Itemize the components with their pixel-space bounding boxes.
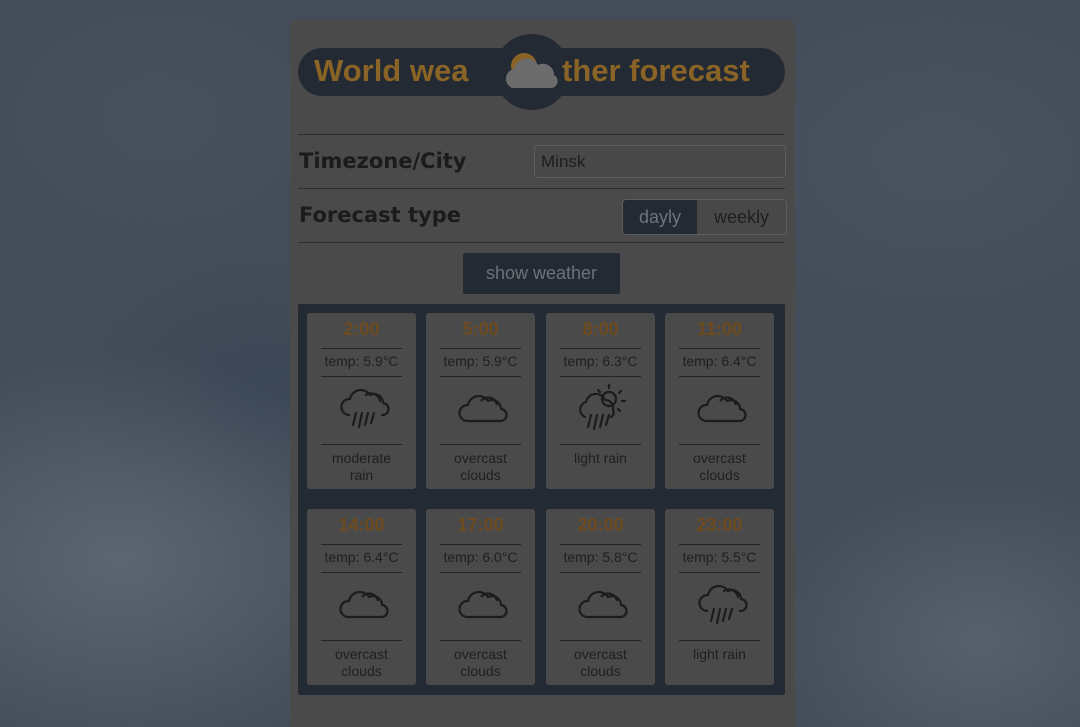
card-divider xyxy=(440,348,521,349)
forecast-temp: temp: 5.8°C xyxy=(563,549,638,565)
cloud-icon xyxy=(573,579,629,631)
forecast-card: 23:00 temp: 5.5°C light rain xyxy=(665,509,774,685)
forecast-option-dayly[interactable]: dayly xyxy=(623,200,697,234)
forecast-grid: 2:00 temp: 5.9°C moderate rain 5:00 temp: 5.… xyxy=(298,304,785,695)
forecast-description: overcast clouds xyxy=(335,646,388,679)
forecast-time: 11:00 xyxy=(696,319,743,339)
forecast-description: overcast clouds xyxy=(574,646,627,679)
card-divider xyxy=(440,640,521,641)
divider xyxy=(298,188,785,189)
forecast-time: 20:00 xyxy=(577,515,624,535)
card-divider xyxy=(321,444,402,445)
card-divider xyxy=(321,544,402,545)
rain-cloud-icon xyxy=(692,579,748,631)
forecast-time: 2:00 xyxy=(343,319,380,339)
divider xyxy=(298,134,785,135)
card-divider xyxy=(440,572,521,573)
forecast-card: 2:00 temp: 5.9°C moderate rain xyxy=(307,313,416,489)
cloud-icon xyxy=(334,579,390,631)
forecast-time: 23:00 xyxy=(696,515,743,535)
card-divider xyxy=(560,640,641,641)
logo-text-right: ther forecast xyxy=(562,53,750,88)
forecast-option-weekly[interactable]: weekly xyxy=(697,200,786,234)
sun-cloud-icon xyxy=(494,34,570,110)
forecast-card: 20:00 temp: 5.8°C overcast clouds xyxy=(546,509,655,685)
card-divider xyxy=(321,376,402,377)
card-divider xyxy=(440,544,521,545)
forecast-description: light rain xyxy=(574,450,627,466)
card-divider xyxy=(679,572,760,573)
forecast-temp: temp: 6.3°C xyxy=(563,353,638,369)
weather-panel: World wea ther forecast Timezone/City Fo… xyxy=(290,20,795,727)
forecast-description: light rain xyxy=(693,646,746,662)
card-divider xyxy=(440,376,521,377)
card-divider xyxy=(560,544,641,545)
show-weather-button[interactable]: show weather xyxy=(463,253,620,294)
city-label: Timezone/City xyxy=(299,149,467,173)
forecast-card: 11:00 temp: 6.4°C overcast clouds xyxy=(665,313,774,489)
forecast-time: 5:00 xyxy=(462,319,499,339)
card-divider xyxy=(560,444,641,445)
card-divider xyxy=(679,544,760,545)
forecast-card: 8:00 temp: 6.3°C light rain xyxy=(546,313,655,489)
cloud-icon xyxy=(453,579,509,631)
logo-text-left: World wea xyxy=(314,53,469,88)
forecast-card: 14:00 temp: 6.4°C overcast clouds xyxy=(307,509,416,685)
card-divider xyxy=(321,572,402,573)
forecast-time: 14:00 xyxy=(338,515,385,535)
forecast-time: 8:00 xyxy=(582,319,619,339)
forecast-card: 17:00 temp: 6.0°C overcast clouds xyxy=(426,509,535,685)
forecast-temp: temp: 6.4°C xyxy=(324,549,399,565)
forecast-temp: temp: 5.9°C xyxy=(324,353,399,369)
forecast-description: moderate rain xyxy=(331,450,392,483)
forecast-card: 5:00 temp: 5.9°C overcast clouds xyxy=(426,313,535,489)
card-divider xyxy=(560,376,641,377)
forecast-temp: temp: 6.0°C xyxy=(443,549,518,565)
divider xyxy=(298,242,785,243)
card-divider xyxy=(321,348,402,349)
card-divider xyxy=(440,444,521,445)
forecast-temp: temp: 5.9°C xyxy=(443,353,518,369)
cloud-icon xyxy=(453,383,509,435)
forecast-description: overcast clouds xyxy=(454,450,507,483)
forecast-description: overcast clouds xyxy=(693,450,746,483)
forecast-description: overcast clouds xyxy=(454,646,507,679)
forecast-temp: temp: 6.4°C xyxy=(682,353,757,369)
card-divider xyxy=(679,640,760,641)
card-divider xyxy=(560,572,641,573)
card-divider xyxy=(679,376,760,377)
card-divider xyxy=(679,444,760,445)
card-divider xyxy=(560,348,641,349)
sun-rain-icon xyxy=(573,383,629,435)
forecast-type-label: Forecast type xyxy=(299,203,461,227)
card-divider xyxy=(321,640,402,641)
forecast-temp: temp: 5.5°C xyxy=(682,549,757,565)
app-logo: World wea ther forecast xyxy=(298,34,785,110)
card-divider xyxy=(679,348,760,349)
rain-cloud-icon xyxy=(334,383,390,435)
cloud-icon xyxy=(692,383,748,435)
city-input[interactable] xyxy=(534,145,786,178)
forecast-time: 17:00 xyxy=(457,515,504,535)
forecast-type-toggle: dayly weekly xyxy=(622,199,787,235)
